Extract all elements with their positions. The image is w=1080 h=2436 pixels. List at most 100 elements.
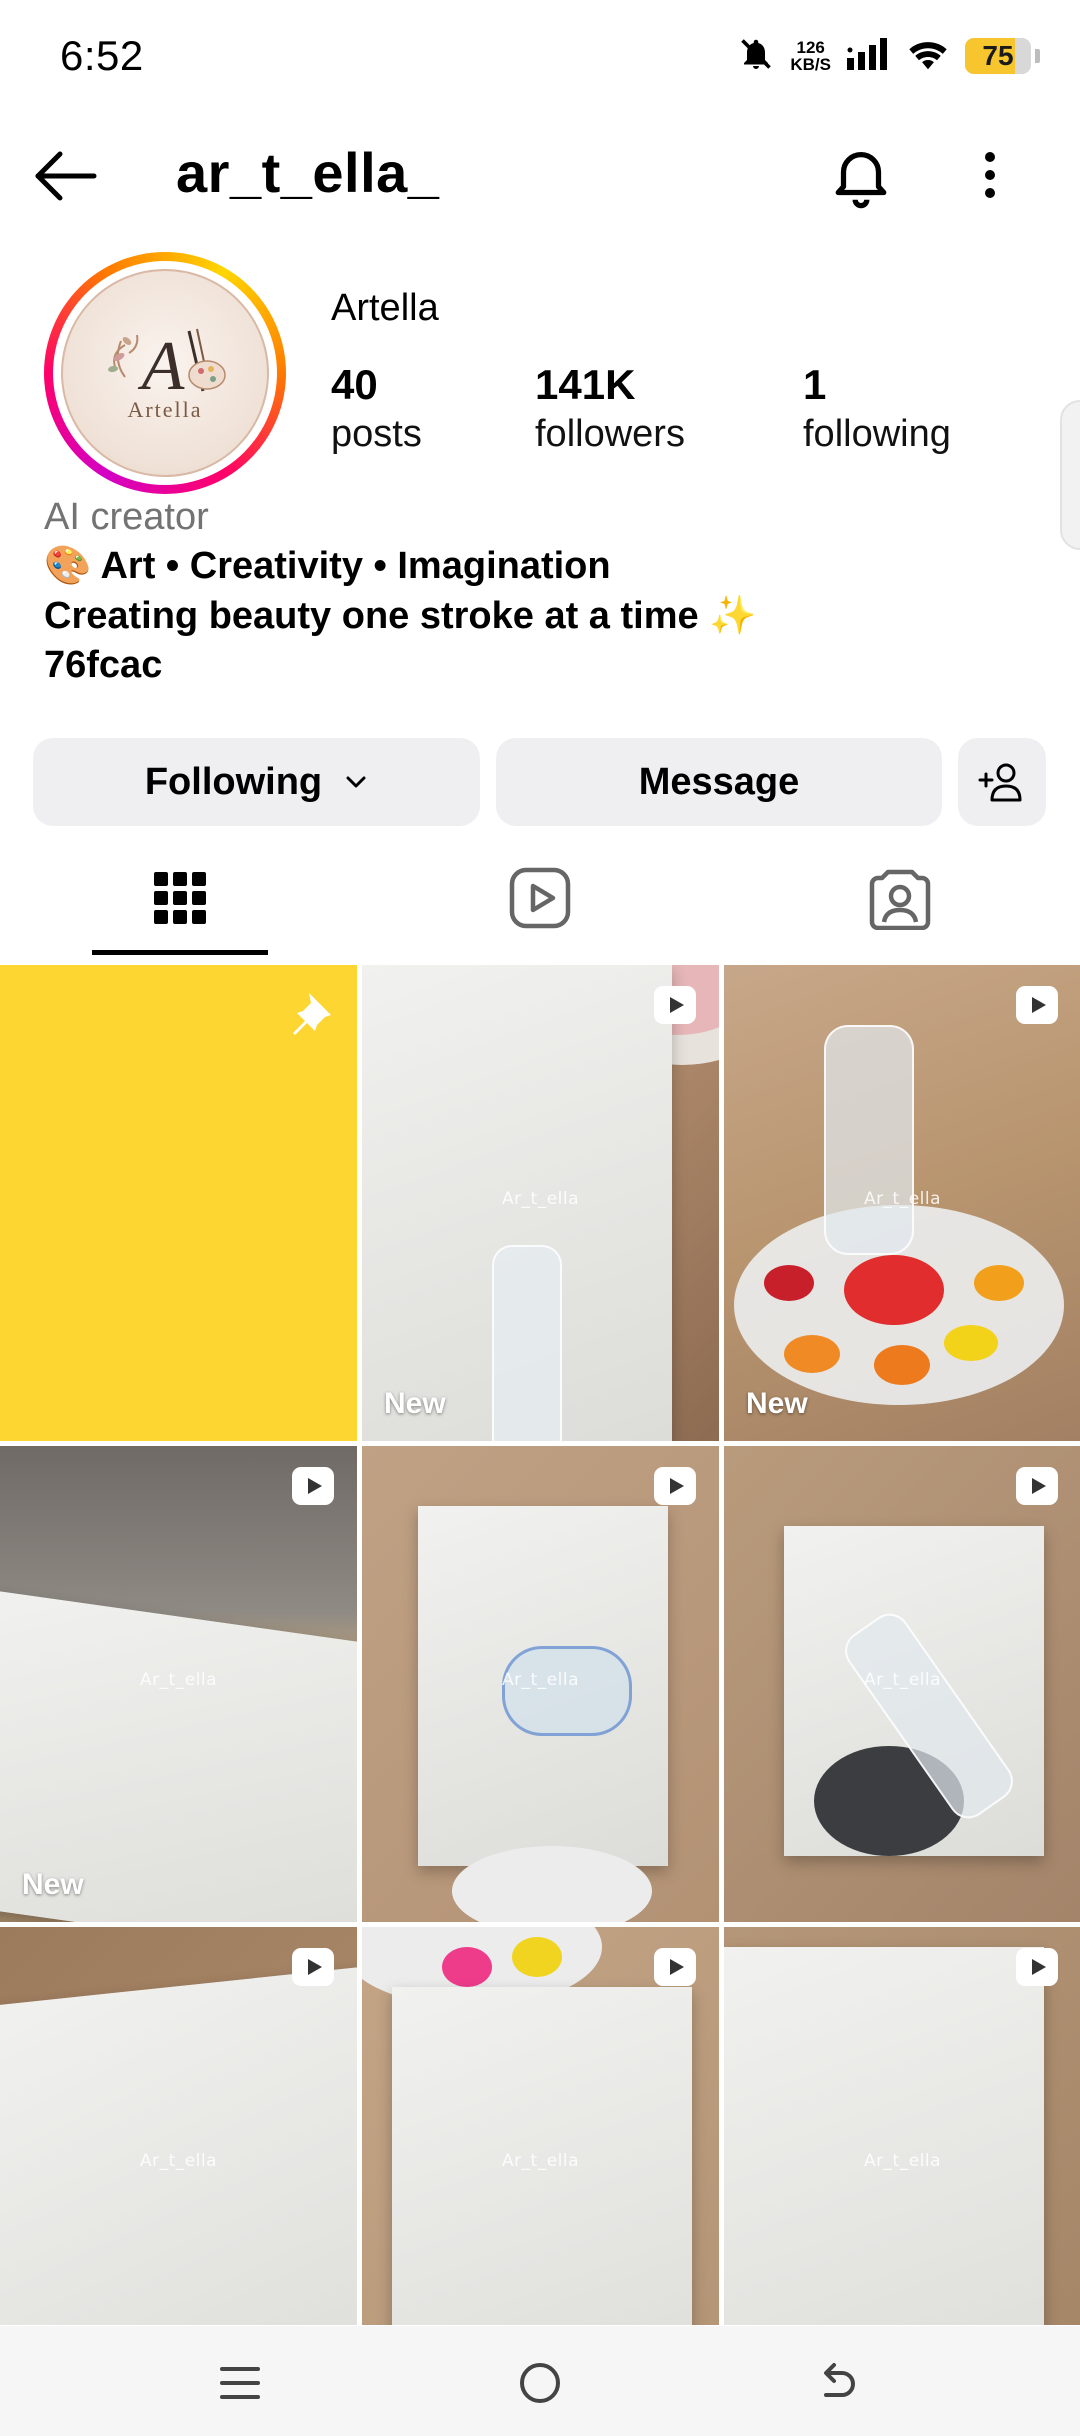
reels-icon bbox=[509, 867, 571, 929]
paint-blob bbox=[784, 1335, 840, 1373]
avatar-text: Artella bbox=[127, 397, 202, 422]
watermark: Ar_t_ella bbox=[501, 1189, 580, 1209]
reel-icon bbox=[292, 1467, 334, 1505]
post-tile-4[interactable]: Ar_t_ella New bbox=[0, 1446, 357, 1922]
home-button[interactable] bbox=[510, 2356, 570, 2410]
active-tab-indicator bbox=[92, 950, 268, 955]
paint-blob bbox=[874, 1345, 930, 1385]
posts-grid: Ar_t_ella New Ar_t_ella New Ar_t_ella Ne… bbox=[0, 965, 1080, 2325]
battery-tip bbox=[1035, 49, 1040, 63]
back-button[interactable] bbox=[30, 146, 100, 206]
paint-blob bbox=[442, 1947, 492, 1987]
network-speed: 126 KB/S bbox=[790, 39, 831, 73]
red-paint bbox=[844, 1255, 944, 1325]
watermark: Ar_t_ella bbox=[863, 1670, 942, 1690]
system-back-button[interactable] bbox=[806, 2356, 866, 2410]
mute-bell-icon bbox=[738, 36, 774, 77]
paint-blob bbox=[974, 1265, 1024, 1301]
stat-posts[interactable]: 40 posts bbox=[331, 360, 422, 458]
stat-value: 40 bbox=[331, 361, 378, 408]
reel-icon bbox=[654, 986, 696, 1024]
new-label: New bbox=[22, 1868, 84, 1901]
pin-icon bbox=[293, 993, 331, 1035]
chevron-down-icon bbox=[346, 776, 366, 788]
more-vertical-icon bbox=[985, 152, 995, 198]
profile-category: AI creator bbox=[44, 496, 209, 538]
more-options-button[interactable] bbox=[960, 140, 1020, 210]
add-user-icon bbox=[978, 763, 1022, 802]
reel-icon bbox=[292, 1948, 334, 1986]
stat-value: 141K bbox=[535, 361, 636, 408]
canvas-board bbox=[0, 1965, 357, 2325]
status-icons: 126 KB/S 75 bbox=[738, 34, 1040, 78]
post-tile-7[interactable]: Ar_t_ella bbox=[0, 1927, 357, 2325]
message-button[interactable]: Message bbox=[496, 738, 942, 826]
watermark: Ar_t_ella bbox=[863, 2151, 942, 2171]
post-tile-6[interactable]: Ar_t_ella bbox=[724, 1446, 1080, 1922]
arrow-left-icon bbox=[35, 151, 97, 201]
new-label: New bbox=[384, 1387, 446, 1420]
notifications-button[interactable] bbox=[826, 140, 896, 210]
watermark: Ar_t_ella bbox=[863, 1189, 942, 1209]
avatar-ring-gap: A Artella bbox=[53, 261, 277, 485]
recent-apps-button[interactable] bbox=[210, 2356, 270, 2410]
battery-indicator: 75 bbox=[965, 38, 1031, 74]
menu-icon bbox=[220, 2367, 260, 2399]
paint-blob bbox=[944, 1325, 998, 1361]
bell-icon bbox=[835, 151, 887, 209]
stat-label: followers bbox=[535, 413, 685, 455]
avatar-image: A Artella bbox=[61, 269, 269, 477]
stat-followers[interactable]: 141K followers bbox=[535, 360, 685, 458]
post-tile-3[interactable]: Ar_t_ella New bbox=[724, 965, 1080, 1441]
system-back-icon bbox=[824, 2363, 855, 2397]
reel-icon bbox=[1016, 1948, 1058, 1986]
wifi-icon bbox=[907, 37, 949, 76]
bio-line-1: 🎨 Art • Creativity • Imagination bbox=[44, 545, 611, 587]
plastic-bottle bbox=[492, 1245, 562, 1441]
side-edge-handle[interactable] bbox=[1060, 400, 1080, 550]
tagged-icon bbox=[869, 869, 931, 930]
status-bar: 6:52 126 KB/S 75 bbox=[0, 0, 1080, 110]
post-tile-8[interactable]: Ar_t_ella bbox=[362, 1927, 719, 2325]
reel-icon bbox=[654, 1948, 696, 1986]
message-label: Message bbox=[638, 760, 800, 803]
post-tile-1[interactable] bbox=[0, 965, 357, 1441]
reel-icon bbox=[654, 1467, 696, 1505]
profile-header: ar_t_ella_ bbox=[0, 130, 1080, 220]
avatar[interactable]: A Artella bbox=[44, 252, 286, 494]
tab-tagged[interactable] bbox=[860, 858, 940, 938]
new-label: New bbox=[746, 1387, 808, 1420]
post-tile-5[interactable]: Ar_t_ella bbox=[362, 1446, 719, 1922]
stat-value: 1 bbox=[803, 361, 827, 408]
display-name: Artella bbox=[331, 287, 439, 329]
paint-blob bbox=[512, 1937, 562, 1977]
watermark: Ar_t_ella bbox=[139, 1670, 218, 1690]
post-tile-9[interactable]: Ar_t_ella bbox=[724, 1927, 1080, 2325]
stat-label: posts bbox=[331, 413, 422, 455]
net-speed-value: 126 bbox=[796, 38, 825, 57]
svg-text:A: A bbox=[138, 328, 185, 405]
artella-logo: A Artella bbox=[108, 328, 226, 422]
stat-label: following bbox=[803, 413, 951, 455]
following-label: Following bbox=[144, 760, 323, 803]
grid-icon bbox=[154, 872, 206, 924]
bio-line-3: 76fcac bbox=[44, 644, 163, 686]
watermark: Ar_t_ella bbox=[139, 2151, 218, 2171]
plastic-bottle bbox=[824, 1025, 914, 1255]
watermark: Ar_t_ella bbox=[501, 1670, 580, 1690]
bio-line-2: Creating beauty one stroke at a time ✨ bbox=[44, 595, 757, 637]
home-circle-icon bbox=[520, 2363, 560, 2403]
add-user-button[interactable] bbox=[958, 738, 1046, 826]
content-tabs bbox=[0, 850, 1080, 960]
status-time: 6:52 bbox=[60, 32, 144, 79]
tab-posts[interactable] bbox=[140, 858, 220, 938]
reel-icon bbox=[1016, 1467, 1058, 1505]
post-tile-2[interactable]: Ar_t_ella New bbox=[362, 965, 719, 1441]
stat-following[interactable]: 1 following bbox=[803, 360, 951, 458]
following-button[interactable]: Following bbox=[33, 738, 480, 826]
reel-icon bbox=[1016, 986, 1058, 1024]
system-nav-bar bbox=[0, 2326, 1080, 2436]
tab-reels[interactable] bbox=[500, 858, 580, 938]
battery-text: 75 bbox=[982, 40, 1014, 71]
signal-icon bbox=[847, 37, 891, 75]
